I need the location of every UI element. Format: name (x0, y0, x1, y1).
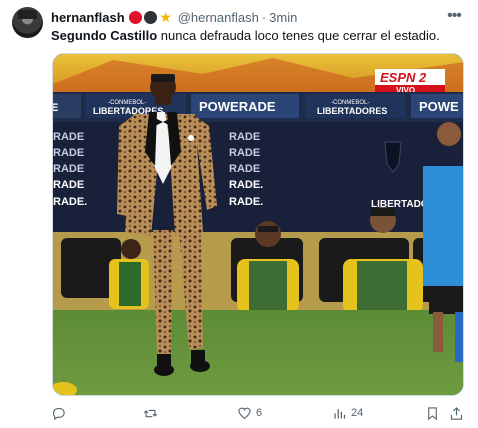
like-button[interactable]: 6 (237, 403, 262, 423)
tweet-media-video[interactable]: ESPN 2 VIVO E -CONMEBOL- LIBERTADORES PO… (52, 53, 464, 396)
author-handle[interactable]: @hernanflash (178, 10, 259, 25)
avatar[interactable] (12, 7, 43, 38)
reply-icon (52, 407, 65, 420)
svg-text:RADE: RADE (53, 163, 84, 175)
stadium-scene-image: ESPN 2 VIVO E -CONMEBOL- LIBERTADORES PO… (53, 54, 463, 395)
author-badges: ★ (128, 9, 173, 25)
bookmark-button[interactable] (425, 403, 440, 423)
tweet-actions-bar: 6 24 (0, 403, 478, 423)
tweet-header: hernanflash ★ @hernanflash · 3min (51, 8, 297, 26)
libertadores-label-2: LIBERTADORES (317, 106, 387, 116)
pitch (53, 310, 463, 395)
header-separator: · (261, 9, 267, 25)
broadcaster-label: ESPN 2 (380, 70, 427, 85)
tweet-timestamp[interactable]: 3min (269, 10, 297, 25)
views-chart-icon (334, 408, 346, 418)
svg-text:RADE.: RADE. (229, 179, 263, 191)
heart-icon (238, 407, 251, 419)
svg-text:RADE.: RADE. (53, 196, 87, 208)
svg-text:RADE: RADE (53, 131, 84, 143)
retweet-button[interactable] (143, 403, 162, 423)
bookmark-icon (428, 406, 437, 420)
views-button[interactable]: 24 (332, 403, 363, 423)
author-display-name[interactable]: hernanflash (51, 10, 125, 25)
svg-text:RADE: RADE (53, 147, 84, 159)
red-circle-badge-icon (128, 10, 142, 24)
mid-board-lines: RADE RADE RADE RADE. RADE. (229, 131, 263, 208)
views-count: 24 (351, 407, 364, 419)
like-count: 6 (256, 407, 263, 419)
svg-text:E: E (53, 102, 58, 114)
powerade-label: POWERADE (199, 99, 276, 114)
avatar-hat-shape (18, 10, 37, 19)
tweet-text-bold: Segundo Castillo (51, 28, 158, 43)
left-board-lines: RADE RADE RADE RADE RADE. (53, 131, 87, 208)
svg-text:RADE: RADE (53, 179, 84, 191)
svg-text:RADE: RADE (229, 131, 260, 143)
reply-button[interactable] (51, 403, 70, 423)
star-badge-icon: ★ (159, 9, 172, 25)
svg-text:RADE.: RADE. (229, 196, 263, 208)
retweet-icon (143, 409, 158, 417)
svg-text:RADE: RADE (229, 147, 260, 159)
tweet-text: Segundo Castillo nunca defrauda loco ten… (51, 27, 440, 44)
svg-text:RADE: RADE (229, 163, 260, 175)
tweet-text-rest: nunca defrauda loco tenes que cerrar el … (157, 28, 440, 43)
tweet-card[interactable]: hernanflash ★ @hernanflash · 3min ••• Se… (0, 0, 478, 428)
dark-circle-badge-icon (143, 10, 157, 24)
share-icon (450, 406, 463, 420)
more-options-icon[interactable]: ••• (444, 6, 464, 26)
share-button[interactable] (449, 403, 464, 423)
powerade-short-label: POWE (419, 99, 459, 114)
